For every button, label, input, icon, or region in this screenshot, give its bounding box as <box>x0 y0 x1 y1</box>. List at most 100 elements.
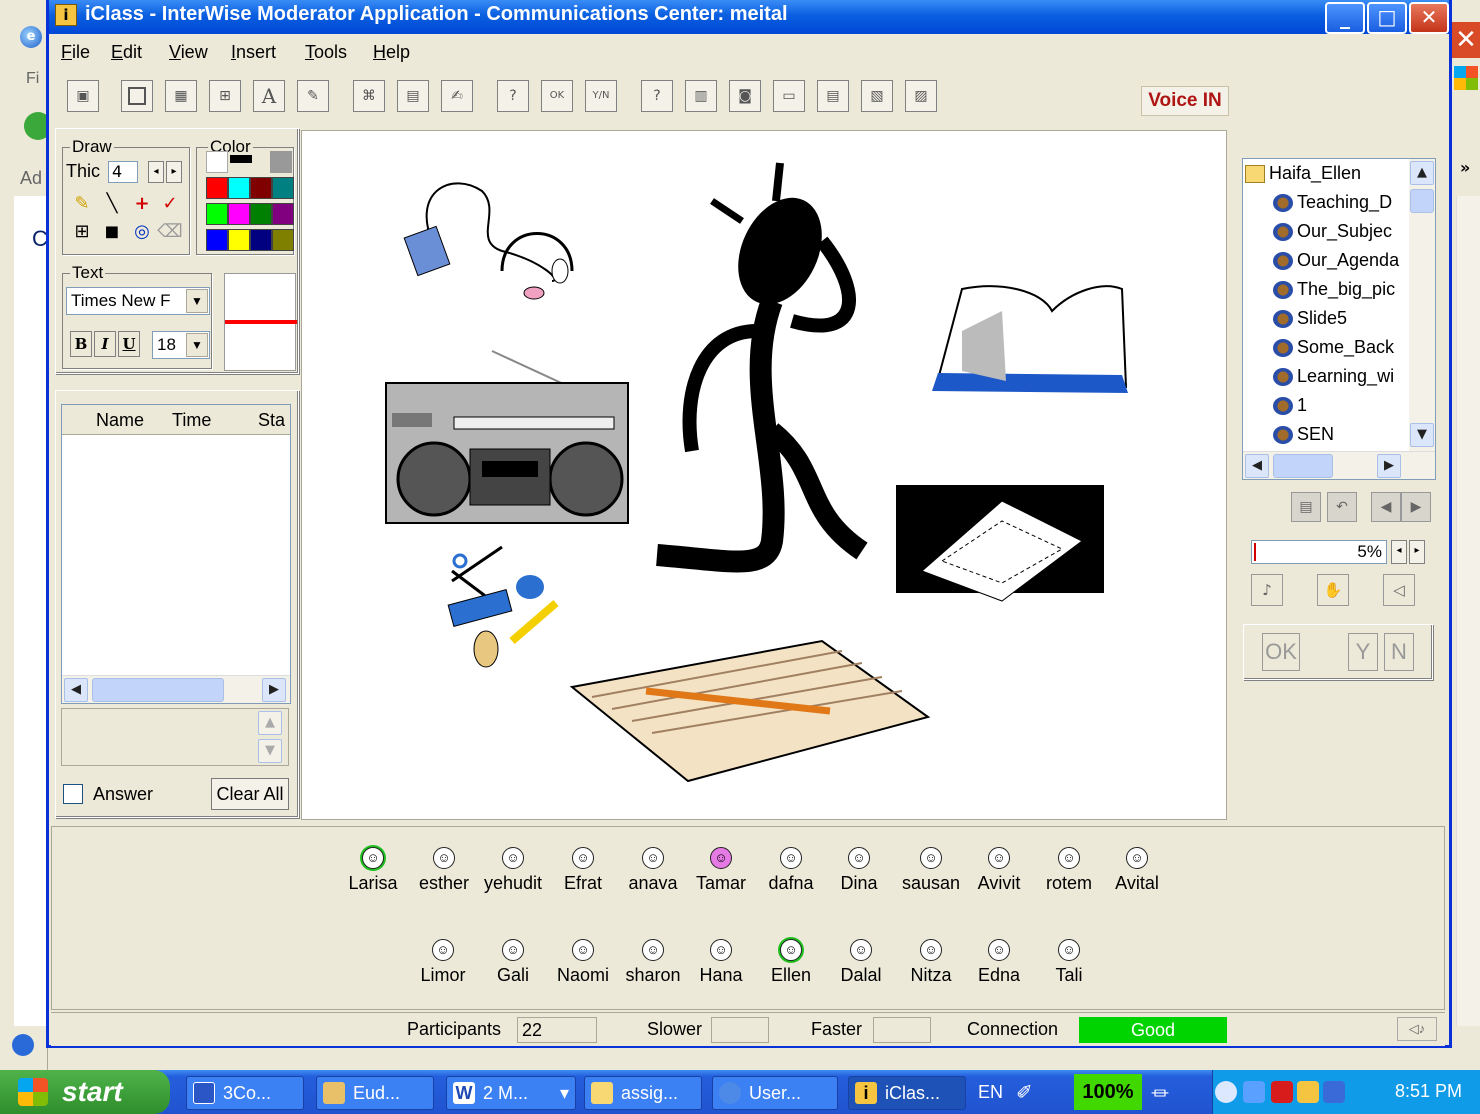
italic-button[interactable]: I <box>94 331 116 357</box>
thickness-input[interactable]: 4 <box>108 161 138 183</box>
participant[interactable]: ☺ sausan <box>896 847 966 894</box>
participant[interactable]: ☺ rotem <box>1034 847 1104 894</box>
eraser-tool-icon[interactable]: ⌫ <box>156 219 184 245</box>
show-hidden-icons-icon[interactable] <box>1215 1081 1237 1103</box>
chevron-down-icon[interactable]: ▾ <box>560 1077 569 1109</box>
chevron-down-icon[interactable]: ▼ <box>186 289 208 313</box>
ellipse-tool-icon[interactable]: ◎ <box>128 219 156 245</box>
whiteboard[interactable] <box>301 130 1227 820</box>
scroll-down-icon[interactable]: ▼ <box>258 739 282 763</box>
undo-icon[interactable]: ↶ <box>1327 492 1357 522</box>
participant[interactable]: ☺ Larisa <box>338 847 408 894</box>
menu-edit[interactable]: Edit <box>111 42 142 63</box>
taskbar-item-active[interactable]: i iClas... <box>848 1076 966 1110</box>
tree-item[interactable]: Our_Subjec <box>1273 217 1392 245</box>
taskbar-item[interactable]: W 2 M... ▾ <box>446 1076 576 1110</box>
chart-page-icon[interactable]: ⊞ <box>209 80 241 112</box>
no-button[interactable]: N <box>1384 633 1414 671</box>
app-share-icon[interactable]: ▤ <box>397 80 429 112</box>
http-icon[interactable]: ✍ <box>441 80 473 112</box>
minimize-button[interactable]: _ <box>1325 2 1365 34</box>
tree-item[interactable]: 1 <box>1273 391 1307 419</box>
breakout-icon[interactable]: ▧ <box>861 80 893 112</box>
color-swatch[interactable] <box>206 229 228 251</box>
cross-tool-icon[interactable]: + <box>128 191 156 217</box>
answer-checkbox[interactable] <box>63 784 83 804</box>
participant[interactable]: ☺ Gali <box>478 939 548 986</box>
color-swatch[interactable] <box>250 203 272 225</box>
voice-in-button[interactable]: Voice IN <box>1141 86 1229 116</box>
tree-item[interactable]: The_big_pic <box>1273 275 1395 303</box>
menu-help[interactable]: Help <box>373 42 410 63</box>
text-tool-icon[interactable]: A <box>253 80 285 112</box>
participant[interactable]: ☺ esther <box>409 847 479 894</box>
participant[interactable]: ☺ anava <box>618 847 688 894</box>
microphone-icon[interactable]: ♪ <box>1251 574 1283 606</box>
color-swatch[interactable] <box>272 177 294 199</box>
scroll-down-icon[interactable]: ▼ <box>1410 423 1434 447</box>
slides-icon[interactable]: ▥ <box>685 80 717 112</box>
tree-item[interactable]: Our_Agenda <box>1273 246 1399 274</box>
gray-color-swatch[interactable] <box>270 151 292 173</box>
display-icon[interactable] <box>1323 1081 1345 1103</box>
font-select[interactable]: Times New F ▼ <box>66 287 210 315</box>
taskbar-item[interactable]: assig... <box>584 1076 702 1110</box>
participant[interactable]: ☺ Dalal <box>826 939 896 986</box>
save-icon[interactable]: ▣ <box>67 80 99 112</box>
chevron-right-icon[interactable]: » <box>1460 158 1470 177</box>
tree-item[interactable]: Learning_wi <box>1273 362 1394 390</box>
start-button[interactable]: start <box>0 1070 170 1114</box>
scroll-left-icon[interactable]: ◀ <box>64 678 88 702</box>
speaker-icon[interactable]: ◁ <box>1383 574 1415 606</box>
scroll-up-icon[interactable]: ▲ <box>258 711 282 735</box>
scroll-right-icon[interactable]: ▶ <box>262 678 286 702</box>
tree-item[interactable]: Some_Back <box>1273 333 1394 361</box>
thickness-decrease-button[interactable]: ◂ <box>148 161 164 183</box>
color-swatch[interactable] <box>206 203 228 225</box>
tree-horizontal-scrollbar[interactable]: ◀ ▶ <box>1243 451 1435 479</box>
maximize-button[interactable]: □ <box>1367 2 1407 34</box>
pencil-tool-icon[interactable]: ✎ <box>68 191 96 217</box>
participant[interactable]: ☺ sharon <box>618 939 688 986</box>
tree-root[interactable]: Haifa_Ellen <box>1245 159 1361 187</box>
participant[interactable]: ☺ Edna <box>964 939 1034 986</box>
rectangle-tool-icon[interactable]: ⊞ <box>68 219 96 245</box>
thickness-increase-button[interactable]: ▸ <box>166 161 182 183</box>
color-swatch[interactable] <box>228 203 250 225</box>
menu-file[interactable]: File <box>61 42 90 63</box>
iclass-tray-icon[interactable] <box>1297 1081 1319 1103</box>
scroll-left-icon[interactable]: ◀ <box>1245 454 1269 478</box>
acrobat-icon[interactable] <box>1271 1081 1293 1103</box>
participant[interactable]: ☺ Nitza <box>896 939 966 986</box>
close-button[interactable]: ✕ <box>1409 2 1449 34</box>
tree-item[interactable]: Slide5 <box>1273 304 1347 332</box>
previous-slide-icon[interactable]: ◀ <box>1371 492 1401 522</box>
menu-insert[interactable]: Insert <box>231 42 276 63</box>
column-header-status[interactable]: Sta <box>258 410 285 431</box>
yes-button[interactable]: Y <box>1348 633 1378 671</box>
scroll-up-icon[interactable]: ▲ <box>1410 161 1434 185</box>
participant[interactable]: ☺ Ellen <box>756 939 826 986</box>
color-swatch[interactable] <box>206 177 228 199</box>
language-bar-icon[interactable]: ✐ <box>1016 1080 1033 1104</box>
color-swatch[interactable] <box>228 229 250 251</box>
underline-button[interactable]: U <box>118 331 140 357</box>
ok-poll-icon[interactable]: OK <box>541 80 573 112</box>
scroll-right-icon[interactable]: ▶ <box>1377 454 1401 478</box>
participant[interactable]: ☺ Naomi <box>548 939 618 986</box>
participant[interactable]: ☺ Efrat <box>548 847 618 894</box>
participant[interactable]: ☺ Tali <box>1034 939 1104 986</box>
color-swatch[interactable] <box>272 229 294 251</box>
participant[interactable]: ☺ Avital <box>1102 847 1172 894</box>
chevron-down-icon[interactable]: ▼ <box>186 333 208 357</box>
font-size-select[interactable]: 18 ▼ <box>152 331 210 359</box>
menu-view[interactable]: View <box>169 42 208 63</box>
participant[interactable]: ☺ Tamar <box>686 847 756 894</box>
ie-close-icon[interactable]: ✕ <box>1452 22 1480 58</box>
answer-text-box[interactable]: ▲ ▼ <box>61 708 289 766</box>
color-swatch[interactable] <box>250 177 272 199</box>
column-header-name[interactable]: Name <box>96 410 144 431</box>
participant[interactable]: ☺ dafna <box>756 847 826 894</box>
color-swatch[interactable] <box>228 177 250 199</box>
yes-no-poll-icon[interactable]: Y/N <box>585 80 617 112</box>
